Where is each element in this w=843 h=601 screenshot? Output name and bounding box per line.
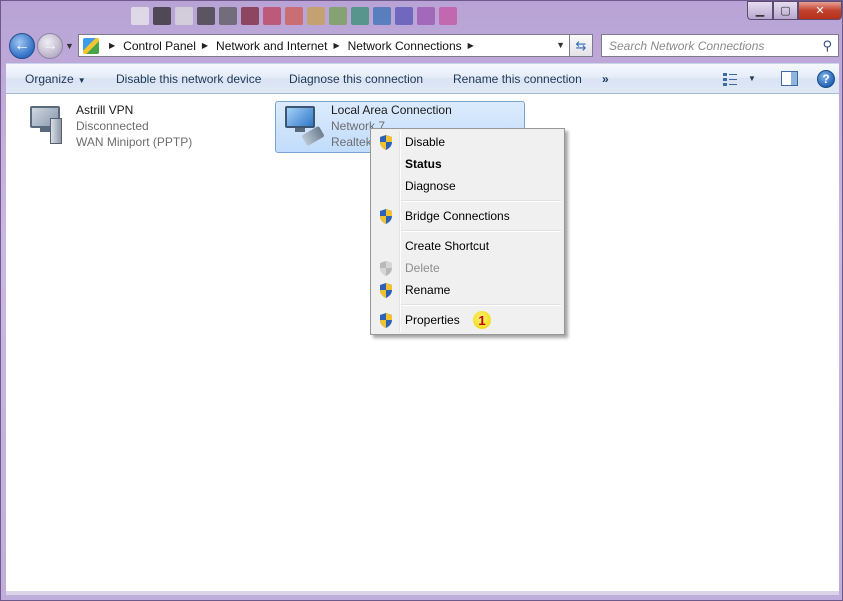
menu-separator (401, 200, 561, 202)
title-bar: ▁ ▢ ✕ (1, 1, 843, 29)
breadcrumb-network-connections[interactable]: Network Connections (348, 39, 462, 53)
uac-shield-icon (380, 135, 392, 150)
menu-separator (401, 230, 561, 232)
connection-status: Disconnected (76, 119, 149, 133)
connection-astrill-vpn[interactable]: Astrill VPN Disconnected WAN Miniport (P… (24, 102, 192, 150)
connection-device: WAN Miniport (PPTP) (76, 135, 193, 149)
organize-label: Organize (25, 72, 74, 86)
menu-item-label: Properties (405, 313, 460, 327)
recent-pages-dropdown[interactable]: ▼ (65, 41, 74, 51)
chevron-down-icon[interactable]: ▼ (748, 74, 756, 83)
menu-item-label: Diagnose (405, 179, 456, 193)
command-bar: Organize ▼ Disable this network device Di… (6, 63, 839, 94)
background-thumbnails (131, 7, 457, 27)
maximize-button[interactable]: ▢ (773, 1, 798, 20)
connection-name: Local Area Connection (331, 103, 452, 117)
uac-shield-icon (380, 261, 392, 276)
navigation-row: ← → ▼ ▶ Control Panel ▶ Network and Inte… (1, 29, 843, 61)
rename-connection-button[interactable]: Rename this connection (453, 72, 582, 86)
change-view-icon[interactable] (722, 71, 738, 87)
address-history-dropdown[interactable]: ▼ (556, 40, 565, 50)
menu-item-create-shortcut[interactable]: Create Shortcut (373, 235, 562, 257)
arrow-right-icon: → (42, 37, 58, 54)
uac-shield-icon (380, 283, 392, 298)
chevron-right-icon[interactable]: ▶ (202, 41, 208, 50)
menu-separator (401, 304, 561, 306)
menu-item-rename[interactable]: Rename (373, 279, 562, 301)
refresh-icon: ⇆ (575, 37, 587, 53)
uac-shield-icon (380, 209, 392, 224)
network-adapter-icon (279, 102, 325, 147)
more-commands-button[interactable]: » (602, 72, 609, 86)
menu-item-delete: Delete (373, 257, 562, 279)
menu-item-label: Rename (405, 283, 451, 297)
step-number-badge: 1 (473, 311, 491, 329)
menu-item-diagnose[interactable]: Diagnose (373, 175, 562, 197)
breadcrumb-network-and-internet[interactable]: Network and Internet (216, 39, 327, 53)
uac-shield-icon (380, 313, 392, 328)
breadcrumb-control-panel[interactable]: Control Panel (123, 39, 196, 53)
control-panel-icon (83, 37, 99, 54)
menu-item-bridge-connections[interactable]: Bridge Connections (373, 205, 562, 227)
minimize-button[interactable]: ▁ (747, 1, 773, 20)
context-menu: Disable Status Diagnose Bridge Connectio… (370, 128, 565, 335)
menu-item-properties[interactable]: Properties 1 (373, 309, 562, 331)
menu-item-label: Create Shortcut (405, 239, 490, 253)
chevron-right-icon[interactable]: ▶ (468, 41, 474, 50)
window-bottom-edge (6, 591, 839, 595)
address-bar[interactable]: ▶ Control Panel ▶ Network and Internet ▶… (78, 34, 570, 57)
forward-button[interactable]: → (37, 33, 63, 59)
menu-item-label: Delete (405, 261, 440, 275)
back-button[interactable]: ← (9, 33, 35, 59)
menu-item-disable[interactable]: Disable (373, 131, 562, 153)
diagnose-connection-button[interactable]: Diagnose this connection (289, 72, 423, 86)
search-icon[interactable]: ⚲ (822, 38, 832, 54)
organize-button[interactable]: Organize ▼ (25, 72, 86, 86)
menu-item-label: Disable (405, 135, 446, 149)
arrow-left-icon: ← (14, 37, 30, 54)
close-button[interactable]: ✕ (798, 1, 842, 20)
menu-item-label: Bridge Connections (405, 209, 510, 223)
chevron-down-icon: ▼ (77, 76, 86, 85)
search-input[interactable]: Search Network Connections (609, 39, 822, 53)
preview-pane-icon[interactable] (781, 71, 798, 86)
search-box[interactable]: Search Network Connections ⚲ (601, 34, 839, 57)
network-adapter-icon (24, 102, 68, 146)
chevron-right-icon[interactable]: ▶ (109, 41, 115, 50)
disable-device-button[interactable]: Disable this network device (116, 72, 261, 86)
connection-name: Astrill VPN (76, 103, 134, 117)
breadcrumb: ▶ Control Panel ▶ Network and Internet ▶… (103, 39, 482, 53)
refresh-button[interactable]: ⇆ (570, 34, 593, 57)
help-icon[interactable]: ? (817, 70, 835, 88)
menu-item-label: Status (405, 157, 442, 171)
menu-item-status[interactable]: Status (373, 153, 562, 175)
chevron-right-icon[interactable]: ▶ (333, 41, 339, 50)
